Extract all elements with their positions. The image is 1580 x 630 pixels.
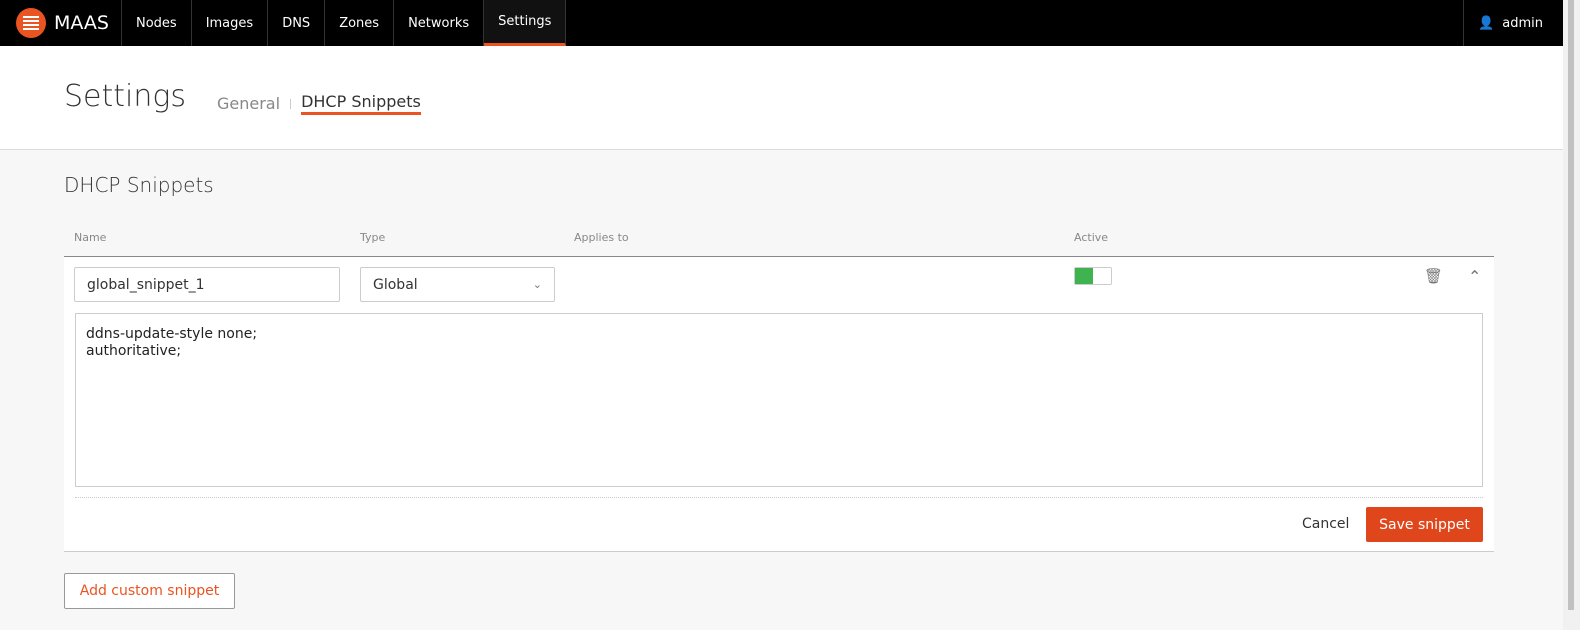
nav-zones[interactable]: Zones [325,0,395,46]
brand-name: MAAS [54,12,109,34]
tab-dhcp-snippets[interactable]: DHCP Snippets [301,92,421,115]
cancel-button[interactable]: Cancel [1302,516,1349,532]
chevron-up-icon[interactable]: ⌃ [1468,267,1481,286]
snippet-type-select[interactable]: Global ⌄ [360,267,555,302]
user-menu[interactable]: 👤 admin [1463,0,1563,46]
divider [75,497,1483,498]
column-name: Name [74,231,107,244]
snippet-row: global_snippet_1 Global ⌄ 🗑 ⌃ ddns-update… [64,257,1494,552]
page-title: Settings [64,79,187,114]
scrollbar[interactable] [1563,0,1580,630]
column-applies-to: Applies to [574,231,629,244]
top-nav: MAAS Nodes Images DNS Zones Networks Set… [0,0,1563,46]
snippet-name-input[interactable]: global_snippet_1 [74,267,340,302]
section-title: DHCP Snippets [64,173,214,197]
tab-general[interactable]: General [217,94,280,113]
user-icon: 👤 [1478,15,1495,31]
column-active: Active [1074,231,1109,244]
nav-networks[interactable]: Networks [394,0,485,46]
selected-type: Global [373,276,418,293]
nav-images[interactable]: Images [192,0,269,46]
nav-settings[interactable]: Settings [484,0,567,46]
add-custom-snippet-button[interactable]: Add custom snippet [64,573,235,609]
page-header: Settings General DHCP Snippets [0,46,1563,150]
nav-dns[interactable]: DNS [268,0,326,46]
trash-icon[interactable]: 🗑 [1424,267,1443,285]
maas-logo-icon [16,8,46,38]
username: admin [1502,15,1543,31]
column-type: Type [360,231,386,244]
save-snippet-button[interactable]: Save snippet [1366,507,1483,542]
snippet-content-textarea[interactable]: ddns-update-style none; authoritative; [75,313,1483,487]
tab-divider [290,98,292,109]
nav-nodes[interactable]: Nodes [122,0,192,46]
active-toggle[interactable] [1074,267,1112,285]
chevron-down-icon: ⌄ [532,278,542,291]
maas-logo[interactable]: MAAS [0,0,122,46]
